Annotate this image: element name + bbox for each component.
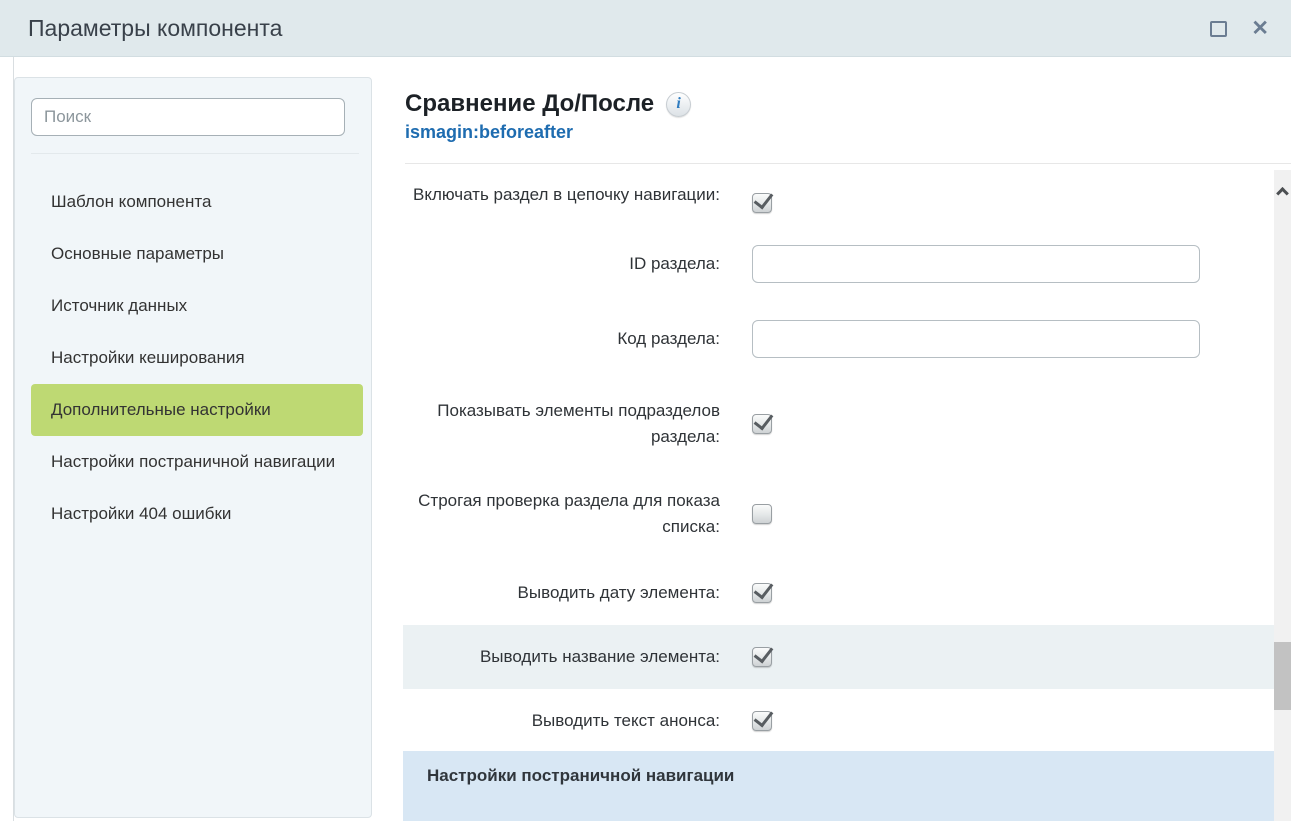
component-parameters-dialog: Параметры компонента ✕ Шаблон компонента… [0,0,1291,821]
window-controls: ✕ [1210,0,1269,57]
settings-sidebar: Шаблон компонента Основные параметры Ист… [14,77,372,818]
form-row-strict-section-check: Строгая проверка раздела для показа спис… [403,488,1274,540]
form-row-show-subsection-elements: Показывать элементы подразделов раздела: [403,398,1274,450]
pagination-section-header: Настройки постраничной навигации [403,751,1274,821]
sidebar-item-404-settings[interactable]: Настройки 404 ошибки [31,488,363,540]
field-label: Показывать элементы подразделов раздела: [403,398,720,450]
form-row-show-element-name: Выводить название элемента: [403,625,1274,689]
sidebar-item-component-template[interactable]: Шаблон компонента [31,176,363,228]
form-row-show-preview-text: Выводить текст анонса: [403,708,1274,734]
dialog-title: Параметры компонента [28,15,282,42]
section-title: Настройки постраничной навигации [427,766,1274,786]
form-row-section-code: Код раздела: [403,320,1274,358]
sidebar-item-additional-settings[interactable]: Дополнительные настройки [31,384,363,436]
field-label: Строгая проверка раздела для показа спис… [403,488,720,540]
component-header: Сравнение До/После i ismagin:beforeafter [405,90,1271,143]
field-label: Выводить название элемента: [403,644,720,670]
sidebar-item-main-parameters[interactable]: Основные параметры [31,228,363,280]
form-scroll-area: Включать раздел в цепочку навигации: ID … [403,164,1274,821]
sidebar-menu: Шаблон компонента Основные параметры Ист… [15,176,371,540]
show-element-name-checkbox[interactable] [752,647,772,667]
search-input[interactable] [31,98,345,136]
scrollbar-thumb[interactable] [1274,642,1291,710]
field-label: ID раздела: [403,251,720,277]
form-row-show-element-date: Выводить дату элемента: [403,580,1274,606]
info-icon[interactable]: i [666,92,691,117]
sidebar-divider [31,153,359,154]
show-element-date-checkbox[interactable] [752,583,772,603]
sidebar-item-cache-settings[interactable]: Настройки кеширования [31,332,363,384]
component-title: Сравнение До/После [405,90,654,118]
field-label: Выводить текст анонса: [403,708,720,734]
close-icon[interactable]: ✕ [1251,18,1269,39]
field-label: Включать раздел в цепочку навигации: [403,182,720,208]
dialog-titlebar: Параметры компонента ✕ [0,0,1291,57]
strict-section-check-checkbox[interactable] [752,504,772,524]
component-code: ismagin:beforeafter [405,122,1271,143]
field-label: Выводить дату элемента: [403,580,720,606]
include-in-nav-chain-checkbox[interactable] [752,193,772,213]
section-id-input[interactable] [752,245,1200,283]
scrollbar-up-arrow-icon[interactable] [1274,180,1291,200]
sidebar-item-data-source[interactable]: Источник данных [31,280,363,332]
form-row-section-id: ID раздела: [403,245,1274,283]
maximize-icon[interactable] [1210,21,1227,37]
sidebar-item-pagination-settings[interactable]: Настройки постраничной навигации [31,436,363,488]
section-code-input[interactable] [752,320,1200,358]
vertical-scrollbar[interactable] [1274,170,1291,821]
show-subsection-elements-checkbox[interactable] [752,414,772,434]
form-row-include-in-nav-chain: Включать раздел в цепочку навигации: [403,182,1274,213]
field-label: Код раздела: [403,326,720,352]
show-preview-text-checkbox[interactable] [752,711,772,731]
